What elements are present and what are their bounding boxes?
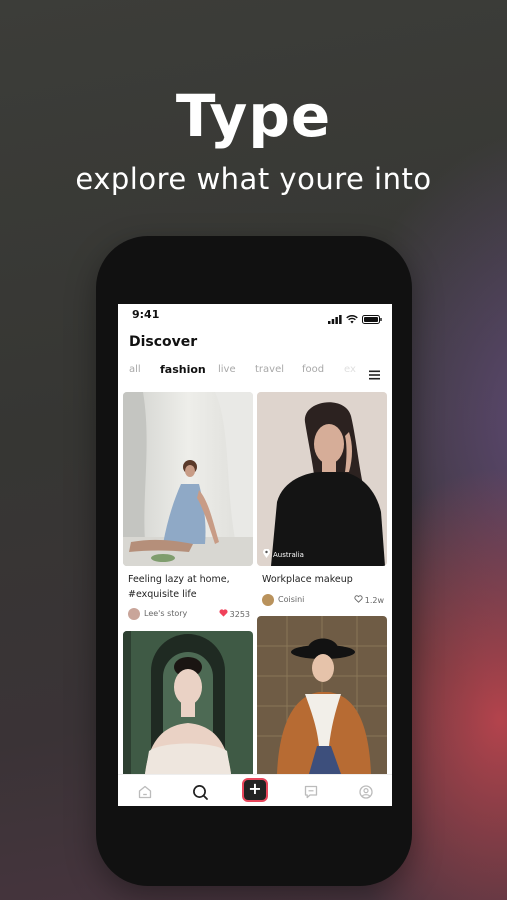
category-tabs: all fashion live travel food ex [118,363,392,384]
post-title-line[interactable]: #exquisite life [128,587,197,602]
post-image[interactable] [123,392,253,566]
promo-subtitle: explore what youre into [75,162,432,196]
tab-food[interactable]: food [302,364,324,375]
battery-icon [362,309,382,328]
wifi-icon [346,309,358,328]
feed-card[interactable] [257,616,387,774]
location-label: Australia [273,550,304,559]
status-time: 9:41 [132,308,160,321]
profile-icon[interactable] [355,781,377,803]
tab-travel[interactable]: travel [255,364,284,375]
search-icon[interactable] [189,781,211,803]
avatar[interactable] [262,594,274,606]
post-title-line[interactable]: Workplace makeup [262,572,353,587]
status-bar: 9:41 [118,304,392,326]
tab-more[interactable]: ex [344,364,356,375]
bottom-nav: + [118,774,392,806]
menu-icon[interactable] [369,365,380,384]
app-screen: 9:41 Discover all fashion live travel fo… [118,304,392,806]
status-icons [328,309,382,328]
post-meta: Coisini 1.2w [262,594,384,608]
location-pin-icon [263,548,270,560]
tab-fashion[interactable]: fashion [160,363,206,376]
avatar[interactable] [128,608,140,620]
feed-card[interactable] [123,631,253,774]
like-count[interactable]: 3253 [219,609,250,619]
location-badge: Australia [263,548,304,560]
author-name[interactable]: Lee's story [144,609,187,618]
page-title: Discover [129,334,198,350]
heart-outline-icon[interactable] [354,595,363,605]
post-image[interactable] [257,616,387,774]
feed-card[interactable]: Feeling lazy at home, #exquisite life Le… [123,392,253,624]
tab-all[interactable]: all [129,364,141,375]
feed-card[interactable]: Australia Workplace makeup Coisini 1.2w [257,392,387,612]
home-icon[interactable] [134,781,156,803]
post-image[interactable]: Australia [257,392,387,566]
post-title-line[interactable]: Feeling lazy at home, [128,572,230,587]
heart-icon[interactable] [219,609,228,619]
add-post-button[interactable]: + [242,778,268,802]
post-image[interactable] [123,631,253,774]
author-name[interactable]: Coisini [278,595,304,604]
like-count-value: 1.2w [364,595,384,605]
promo-title: Type [175,82,332,150]
like-count-value: 3253 [229,609,250,619]
like-count[interactable]: 1.2w [354,595,384,605]
signal-icon [328,309,342,328]
post-meta: Lee's story 3253 [128,608,250,622]
tab-live[interactable]: live [218,364,236,375]
message-icon[interactable] [300,781,322,803]
